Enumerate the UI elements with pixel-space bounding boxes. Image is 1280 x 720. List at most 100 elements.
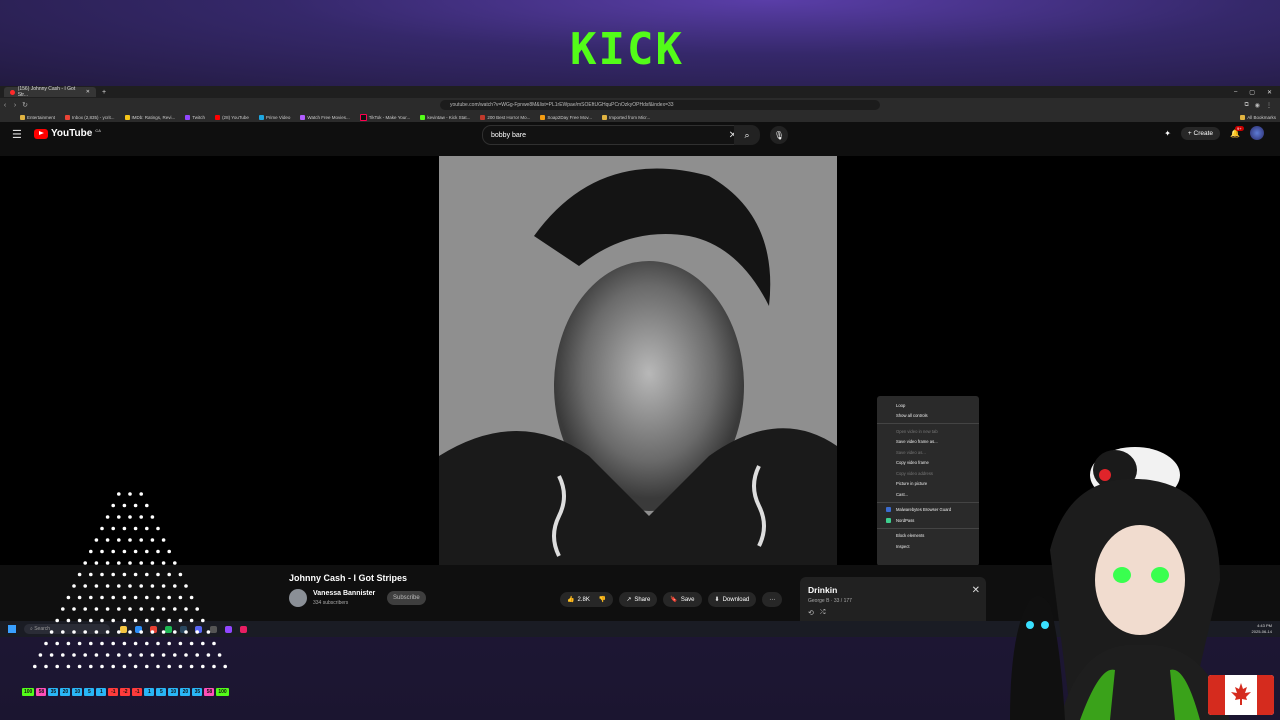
context-menu-item[interactable]: NordPass [877,515,979,526]
channel-name[interactable]: Vanessa Bannister [313,590,375,597]
playlist-subtitle: George B · 33 / 177 [808,598,852,604]
peg-dot [156,664,160,669]
video-frame-portrait[interactable] [439,156,837,566]
account-avatar[interactable] [1250,126,1264,140]
peg-dot [156,641,160,646]
back-icon[interactable]: ‹ [0,102,10,109]
peg-dot [167,664,171,669]
bookmark-item[interactable]: Twitch [185,114,205,120]
context-menu-item[interactable]: Picture in picture [877,479,979,490]
extensions-icon[interactable]: ⧉ [1244,102,1248,109]
all-bookmarks[interactable]: All Bookmarks [1240,114,1276,120]
windows-start-icon[interactable] [8,625,16,633]
extension-icon [886,507,891,513]
peg-dot [100,595,104,600]
peg-dot [33,664,37,669]
create-button[interactable]: + Create [1180,126,1221,140]
profile-icon[interactable]: ◉ [1255,102,1260,109]
peg-dot [100,641,104,646]
context-menu-item[interactable]: Malwarebytes Browser Guard [877,505,979,516]
app-icon[interactable] [240,625,247,633]
bookmark-item[interactable]: Inbox (2,835) - ycrit... [65,114,115,120]
multiplier-cell: 20 [60,688,71,696]
bookmark-item[interactable]: Watch Free Movies... [300,114,350,120]
context-menu-item[interactable]: Inspect [877,541,979,552]
peg-dot [105,630,110,634]
peg-dot [122,503,127,508]
twitch-icon [185,114,191,120]
loop-icon[interactable]: ⟲ [808,609,814,617]
tab-close-icon[interactable]: ✕ [86,89,90,95]
peg-dot [89,664,93,669]
peg-dot [156,549,160,554]
bookmark-item[interactable]: (28) YouTube [215,114,249,120]
context-menu-item[interactable]: Cast... [877,489,979,500]
peg-dot [72,630,76,634]
peg-dot [55,641,59,646]
bookmark-item[interactable]: TikTok - Make Your... [359,113,410,121]
peg-dot [111,503,115,508]
like-count: 2.8K [577,596,590,603]
peg-dot [161,538,166,542]
channel-avatar[interactable] [289,589,307,607]
peg-dot [133,503,138,508]
peg-dot [49,630,54,634]
peg-dot [100,526,104,531]
bookmark-item[interactable]: Imported from Micr... [602,114,650,120]
peg-dot [212,641,216,646]
like-button[interactable]: 👍 2.8K 👎 [560,592,614,607]
search-value: bobby bare [491,131,527,139]
close-window-icon[interactable]: ✕ [1267,89,1272,96]
context-menu-item[interactable]: Copy video frame [877,458,979,469]
peg-dot [89,641,93,646]
menu-icon[interactable]: ⋮ [1266,102,1272,109]
bookmark-item[interactable]: Entertainment [20,114,55,120]
peg-dot [66,664,71,669]
peg-dot [111,618,115,623]
youtube-logo[interactable]: YouTube CA [34,128,101,139]
shuffle-icon[interactable]: ⤮ [820,609,826,617]
bookmark-item[interactable]: Prime Video [258,114,290,120]
minimize-icon[interactable]: – [1234,89,1237,96]
bookmark-item[interactable]: 200 Best Horror Mo... [480,114,530,120]
context-menu-item[interactable]: Show all controls [877,411,979,422]
subscribe-button[interactable]: Subscribe [387,591,426,605]
maximize-icon[interactable]: ▢ [1249,89,1255,96]
peg-dot [133,618,138,623]
bookmark-item[interactable]: IMDb: Ratings, Revi... [124,114,175,120]
url-text: youtube.com/watch?v=WGg-Fpnwe8M&list=PL1… [450,102,674,108]
save-button[interactable]: 🔖 Save [663,592,702,607]
reload-icon[interactable]: ↻ [20,101,30,109]
notifications-button[interactable]: 🔔 9+ [1230,125,1244,138]
peg-dot [111,595,115,600]
search-input[interactable]: bobby bare ✕ [482,125,744,145]
sparkle-icon[interactable]: ✦ [1164,129,1171,138]
peg-dot [150,630,155,634]
peg-dot [117,630,121,634]
youtube-favicon-icon [10,89,15,95]
search-button[interactable]: ⌕ [734,125,760,145]
context-menu-item[interactable]: Loop [877,400,979,411]
forward-icon[interactable]: › [10,102,20,109]
bookmark-item[interactable]: kevintaw - Kick Stat... [420,114,470,120]
voice-search-button[interactable]: 🎙 [770,126,788,144]
new-tab-button[interactable]: + [102,89,106,96]
download-button[interactable]: ⬇ Download [707,592,757,607]
bookmark-icon: 🔖 [670,597,678,603]
hamburger-menu-icon[interactable]: ☰ [12,128,22,141]
peg-dot [77,618,82,623]
playlist-title[interactable]: Drinkin [808,585,837,595]
context-menu-item[interactable]: Block elements [877,531,979,542]
address-bar[interactable]: youtube.com/watch?v=WGg-Fpnwe8M&list=PL1… [440,100,880,110]
bookmark-item[interactable]: Soap2Day Free Mov... [540,114,592,120]
close-playlist-icon[interactable]: ✕ [972,585,980,596]
context-menu-item[interactable]: Save video frame as... [877,437,979,448]
thumbs-down-icon[interactable]: 👎 [599,596,606,603]
peg-dot [122,549,127,554]
movies-icon [300,114,306,120]
more-actions-button[interactable]: ··· [762,592,783,607]
tab-active[interactable]: (156) Johnny Cash - I Got Str... ✕ [4,86,96,98]
peg-dot [133,664,138,669]
share-button[interactable]: ↗ Share [619,592,658,607]
peg-dot [161,561,166,565]
